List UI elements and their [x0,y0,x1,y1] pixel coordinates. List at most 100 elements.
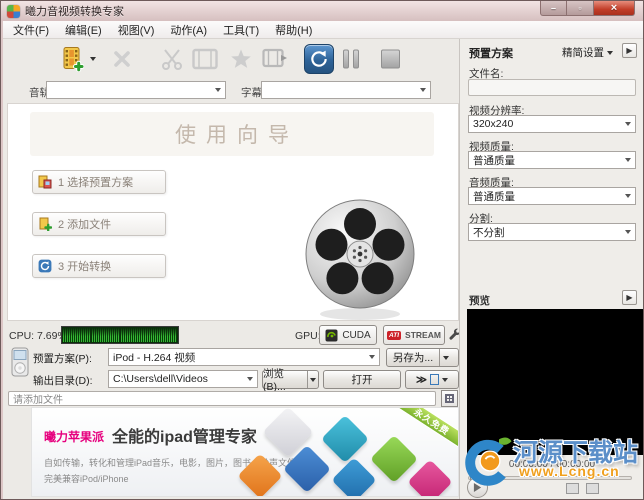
chevron-down-icon [625,194,631,198]
delete-button[interactable] [113,50,131,68]
subtitle-select[interactable] [261,81,431,99]
settings-mode-dropdown[interactable]: 精简设置 [562,45,613,60]
fullscreen-icon[interactable] [586,483,599,494]
menu-view[interactable]: 视图(V) [110,20,163,40]
menu-file[interactable]: 文件(F) [5,20,57,40]
stop-button[interactable] [381,49,400,69]
save-as-dropdown-arrow-icon[interactable] [439,349,452,366]
panel-title: 预置方案 [469,48,513,60]
menu-tools[interactable]: 工具(T) [215,20,267,40]
video-quality-select[interactable]: 普通质量 [468,151,636,169]
add-file-button[interactable] [61,47,84,72]
more-actions-button[interactable]: ≫ [405,370,459,389]
preview-expand-button[interactable]: ▶ [622,290,637,305]
film-merge-icon [262,48,287,68]
pause-button[interactable] [343,49,359,69]
split-select[interactable]: 不分割 [468,223,636,241]
toggle-panel-button[interactable] [441,390,458,407]
add-file-icon [63,47,84,72]
chevron-down-icon [215,88,221,92]
ad-headline: 全能的ipad管理专家 [112,429,257,446]
file-list-area: 使用向导 1 选择预置方案 2 添加文件 3 开始转换 [7,103,459,321]
split-value: 不分割 [473,226,505,239]
cube-speaker-icon [331,457,377,496]
step-start-convert-button[interactable]: 3 开始转换 [32,254,166,278]
chevron-down-icon [625,122,631,126]
save-as-label: 另存为... [392,352,434,364]
play-button[interactable] [467,477,488,498]
add-file-small-icon [39,217,52,231]
maximize-button[interactable]: ▫ [567,1,593,16]
app-logo-icon [7,4,20,18]
step-add-file-button[interactable]: 2 添加文件 [32,212,166,236]
ad-line2: 完美兼容iPod/iPhone [44,474,129,484]
minimize-button[interactable]: – [540,1,567,16]
cuda-label: CUDA [342,329,371,341]
cube-photo-icon [369,434,419,484]
step-select-preset-button[interactable]: 1 选择预置方案 [32,170,166,194]
effects-star-icon [231,49,251,68]
film-reel-graphic [305,199,415,320]
toolbar [3,39,459,79]
cube-music-icon [320,414,370,464]
close-button[interactable]: × [593,1,635,16]
preset-value: iPod - H.264 视频 [113,351,196,364]
menu-action[interactable]: 动作(A) [162,20,215,40]
step-label: 2 添加文件 [58,219,112,231]
menu-help[interactable]: 帮助(H) [267,20,320,40]
time-display: 00:00:00 / 00:00:00 [508,459,596,470]
seek-slider[interactable] [468,472,632,485]
convert-arrows-icon [311,50,327,67]
add-file-dropdown-arrow-icon[interactable] [90,57,96,61]
chevron-down-icon [420,88,426,92]
preset-select[interactable]: iPod - H.264 视频 [108,348,380,366]
snapshot-camera-icon[interactable] [566,483,579,494]
ati-stream-button[interactable]: ATI STREAM [383,325,445,345]
preview-label: 预览 [469,295,490,307]
browse-dropdown-arrow-icon[interactable] [306,371,318,388]
app-window: 曦力音视频转换专家 – ▫ × 文件(F) 编辑(E) 视图(V) 动作(A) … [0,0,644,500]
menu-bar: 文件(F) 编辑(E) 视图(V) 动作(A) 工具(T) 帮助(H) [3,21,643,39]
chevron-down-icon [247,377,253,381]
device-icon [430,374,439,385]
ad-brand: 曦力苹果派 [44,430,105,444]
audio-quality-select[interactable]: 普通质量 [468,187,636,205]
save-as-button[interactable]: 另存为... [386,348,459,367]
ipod-icon [11,347,29,377]
output-dir-select[interactable]: C:\Users\dell\Videos [108,370,258,388]
clip-button[interactable] [160,47,184,71]
cuda-button[interactable]: CUDA [319,325,377,345]
preset-panel: 预置方案 精简设置 ▶ 文件名: 视频分辨率: 320x240 视频质量: 普通… [459,39,643,499]
nvidia-icon [325,329,338,341]
scissors-icon [162,49,182,70]
file-status-bar: 请添加文件 [8,391,436,406]
effects-button[interactable] [230,49,252,70]
gpu-label: GPU: [295,330,321,342]
chevron-down-icon [369,355,375,359]
chevron-down-icon [607,50,613,55]
wizard-title: 使用向导 [30,112,434,156]
resolution-select[interactable]: 320x240 [468,115,636,133]
chevron-down-icon [625,230,631,234]
merge-button[interactable] [262,47,288,71]
chevron-down-icon [442,377,448,382]
open-button[interactable]: 打开 [323,370,401,389]
output-dir-label: 输出目录(D): [33,375,93,387]
ati-logo-icon: ATI [387,330,402,340]
output-dir-value: C:\Users\dell\Videos [113,373,208,385]
audio-track-select[interactable] [46,81,226,99]
window-controls: – ▫ × [540,1,635,16]
panel-expand-button[interactable]: ▶ [622,43,637,58]
open-label: 打开 [351,374,373,386]
cube-wifi-icon [407,459,453,496]
convert-button[interactable] [304,44,334,74]
filename-input[interactable] [468,79,636,96]
video-quality-value: 普通质量 [473,154,515,167]
browse-button[interactable]: 浏览(B)... [262,368,319,393]
audio-quality-value: 普通质量 [473,190,515,203]
file-status-message: 请添加文件 [13,395,63,406]
menu-edit[interactable]: 编辑(E) [57,20,110,40]
crop-button[interactable] [192,48,218,70]
ad-banner[interactable]: 曦力苹果派 全能的ipad管理专家 自如传输，转化和管理iPad音乐，电影，图片… [31,407,459,497]
browse-label: 浏览(B)... [263,368,286,393]
